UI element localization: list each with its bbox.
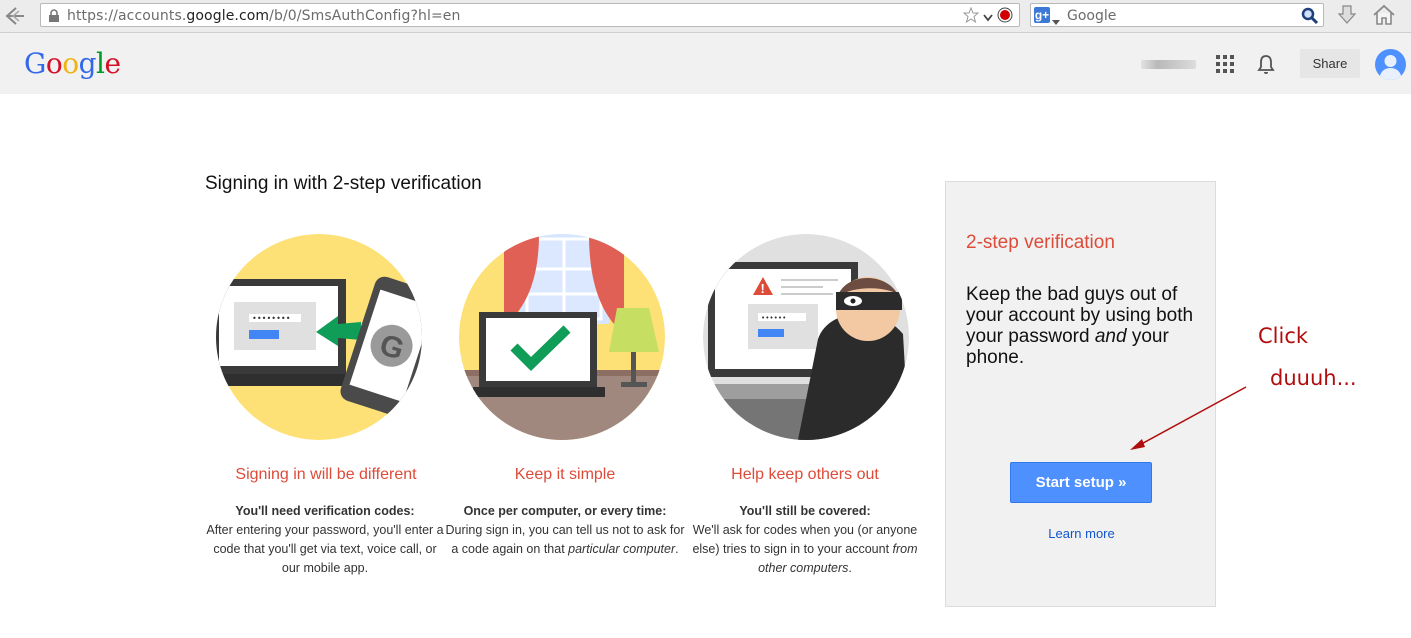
illustration-phone-code: •••••••• G	[216, 234, 422, 440]
back-arrow-icon[interactable]	[4, 6, 26, 26]
search-bar[interactable]: g+ Google	[1030, 3, 1324, 27]
star-icon[interactable]	[962, 6, 980, 28]
feature-title-2: Keep it simple	[514, 466, 616, 483]
url-text[interactable]: https://accounts.google.com/b/0/SmsAuthC…	[67, 8, 460, 24]
sidebox-body-emphasis: and	[1094, 326, 1127, 347]
bell-icon[interactable]	[1257, 54, 1275, 80]
home-icon[interactable]	[1372, 4, 1396, 31]
avatar-icon[interactable]	[1375, 49, 1406, 80]
lock-icon	[48, 9, 60, 22]
sidebox-title: 2-step verification	[966, 232, 1115, 253]
svg-text:!: !	[761, 281, 765, 296]
annotation-click: Click	[1258, 324, 1309, 348]
feature-lead-3: You'll still be covered:	[739, 504, 871, 518]
google-logo[interactable]: Google	[24, 47, 121, 80]
logo-letter: o	[62, 47, 79, 80]
svg-text:••••••: ••••••	[761, 314, 786, 322]
illustration-laptop-check	[459, 234, 665, 440]
feature-body-3: We'll ask for codes when you (or anyone …	[692, 523, 918, 556]
chevron-down-icon[interactable]	[1052, 13, 1060, 31]
user-name-blurred	[1141, 60, 1196, 69]
google-header: Google Share	[0, 33, 1411, 94]
logo-letter: G	[24, 47, 46, 80]
feature-lead-1: You'll need verification codes:	[235, 504, 415, 518]
feature-title-1: Signing in will be different	[235, 466, 417, 483]
sidebox-body: Keep the bad guys out of your account by…	[966, 284, 1196, 368]
apps-grid-icon[interactable]	[1216, 55, 1234, 78]
search-engine-icon[interactable]: g+	[1034, 7, 1050, 23]
record-icon[interactable]	[997, 7, 1013, 28]
feature-lead-2: Once per computer, or every time:	[463, 504, 667, 518]
chevron-down-icon[interactable]	[983, 9, 993, 27]
share-button[interactable]: Share	[1300, 49, 1360, 78]
address-bar[interactable]: https://accounts.google.com/b/0/SmsAuthC…	[40, 3, 1020, 27]
browser-toolbar: https://accounts.google.com/b/0/SmsAuthC…	[0, 0, 1411, 33]
learn-more-link[interactable]: Learn more	[946, 526, 1217, 541]
start-setup-button[interactable]: Start setup »	[1010, 462, 1152, 503]
logo-letter: l	[96, 47, 105, 80]
logo-letter: e	[104, 47, 122, 80]
feature-desc-2: Once per computer, or every time: During…	[445, 502, 685, 559]
feature-title-3: Help keep others out	[731, 466, 879, 483]
logo-letter: o	[45, 47, 63, 80]
illustration-thief: ! ••••••	[703, 234, 909, 440]
feature-emphasis-2: particular computer	[568, 542, 676, 556]
logo-letter: g	[78, 47, 97, 80]
magnifier-icon[interactable]	[1301, 7, 1319, 30]
feature-end-2: .	[675, 542, 679, 556]
page-heading: Signing in with 2-step verification	[205, 173, 482, 194]
annotation-duuuh: duuuh...	[1270, 366, 1357, 390]
annotation-arrow-icon	[1120, 384, 1250, 459]
search-placeholder: Google	[1067, 8, 1117, 24]
feature-end-3: .	[848, 561, 852, 575]
feature-desc-1: You'll need verification codes: After en…	[205, 502, 445, 578]
feature-desc-3: You'll still be covered: We'll ask for c…	[685, 502, 925, 578]
download-icon[interactable]	[1336, 4, 1358, 31]
svg-text:••••••••: ••••••••	[252, 314, 291, 323]
feature-body-1: After entering your password, you'll ent…	[206, 523, 444, 575]
